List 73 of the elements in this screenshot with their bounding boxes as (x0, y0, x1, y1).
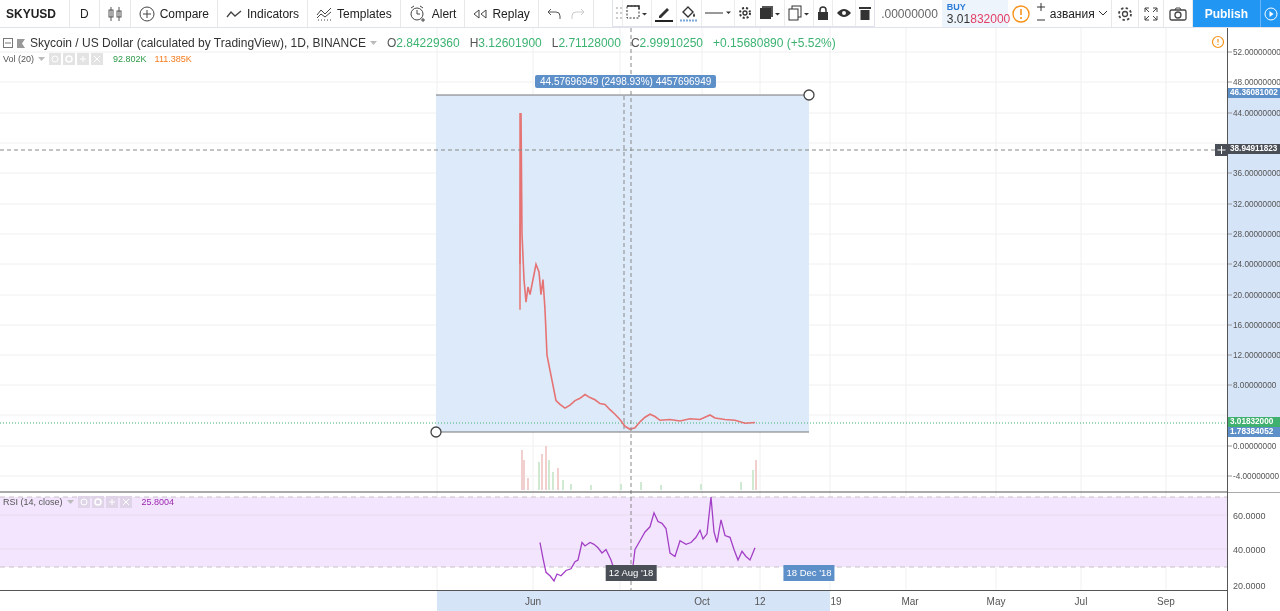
camera-icon[interactable] (1168, 6, 1187, 21)
price-label: 24.00000000 (1233, 260, 1280, 269)
price-label: 46.36081002 (1228, 88, 1280, 98)
settings-icon[interactable] (738, 6, 752, 20)
copy-icon[interactable] (788, 5, 810, 21)
templates-icon (316, 6, 333, 21)
indicator-name: Vol (20) (3, 54, 35, 64)
rsi-label: 60.0000 (1233, 510, 1266, 521)
minus-icon[interactable] (1036, 16, 1045, 24)
layout-dropdown[interactable]: азвания (1047, 0, 1112, 27)
selection-icon[interactable] (626, 5, 648, 21)
rewind-icon (473, 8, 488, 19)
time-label: Oct (694, 596, 710, 607)
settings-icon[interactable] (1116, 5, 1133, 22)
price-label: 1.78384052 (1228, 427, 1280, 437)
candles-icon (107, 5, 122, 22)
price-label: 12.00000000 (1233, 351, 1280, 360)
time-label: May (986, 596, 1006, 607)
handle-icon[interactable] (803, 89, 815, 101)
time-label: Jun (524, 596, 542, 607)
change-value: +0.15680890 (+5.52%) (713, 36, 836, 50)
alarm-clock-icon (408, 5, 427, 22)
play-icon[interactable] (1264, 6, 1278, 21)
price-label: -4.00000000 (1233, 472, 1279, 481)
wave-icon (226, 8, 243, 19)
time-label: Sep (1157, 596, 1175, 607)
layers-icon[interactable] (759, 5, 781, 21)
collapse-icon[interactable] (3, 38, 13, 48)
price-label: 0.00000000 (1233, 442, 1277, 451)
rsi-label: 40.0000 (1233, 544, 1266, 555)
price-label: 52.00000000 (1233, 48, 1280, 57)
volume-value: 92.802K (113, 54, 147, 64)
paint-bucket-icon[interactable] (680, 4, 698, 22)
time-label: 18 Dec '18 (783, 565, 835, 581)
measure-label: 44.57696949 (2498.93%) 4457696949 (535, 75, 717, 88)
drag-handle-icon[interactable] (616, 7, 622, 19)
plus-circle-icon (138, 5, 155, 22)
time-label: Jul (1074, 596, 1088, 607)
trash-icon[interactable] (859, 6, 871, 20)
price-label: 36.00000000 (1233, 169, 1280, 178)
sell-price[interactable]: .00000000 (877, 0, 942, 27)
price-label: 48.00000000 (1233, 78, 1280, 87)
eye-icon[interactable] (836, 8, 852, 18)
caret-icon (1098, 11, 1107, 16)
price-label: 20.00000000 (1233, 291, 1280, 300)
indicator-name: RSI (14, close) (3, 497, 63, 507)
ohlc-value: O2.84229360 (386, 36, 460, 50)
symbol-title: Skycoin / US Dollar (calculated by TradingView), 1D, BINANCE (30, 36, 366, 50)
price-label: 16.00000000 (1233, 321, 1280, 330)
fullscreen-icon[interactable] (1143, 6, 1158, 21)
time-label: 12 (754, 596, 766, 607)
price-label: 38.94911823 (1228, 144, 1280, 154)
time-label: 19 (830, 596, 842, 607)
lock-icon[interactable] (817, 6, 829, 20)
time-label: 12 Aug '18 (605, 565, 657, 581)
price-label: 44.00000000 (1233, 109, 1280, 118)
flag-icon (17, 38, 25, 48)
buy-button[interactable]: BUY 3.01832000 (941, 0, 1008, 27)
ohlc-value: H3.12601900 (469, 36, 542, 50)
price-label: 32.00000000 (1233, 200, 1280, 209)
plus-icon[interactable] (1036, 3, 1045, 11)
rsi-label: 20.0000 (1233, 580, 1266, 591)
ohlc-value: L2.71128000 (551, 36, 621, 50)
time-label: Mar (901, 596, 919, 607)
volume-average: 111.385K (154, 54, 192, 64)
handle-icon[interactable] (430, 426, 442, 438)
price-label: 8.00000000 (1233, 381, 1277, 390)
rsi-value: 25.8004 (141, 497, 175, 507)
ohlc-value: C2.99910250 (630, 36, 703, 50)
line-style-icon[interactable] (705, 10, 731, 16)
undo-icon[interactable] (546, 7, 561, 20)
price-label: 28.00000000 (1233, 230, 1280, 239)
price-label: 3.01832000 (1228, 417, 1280, 427)
